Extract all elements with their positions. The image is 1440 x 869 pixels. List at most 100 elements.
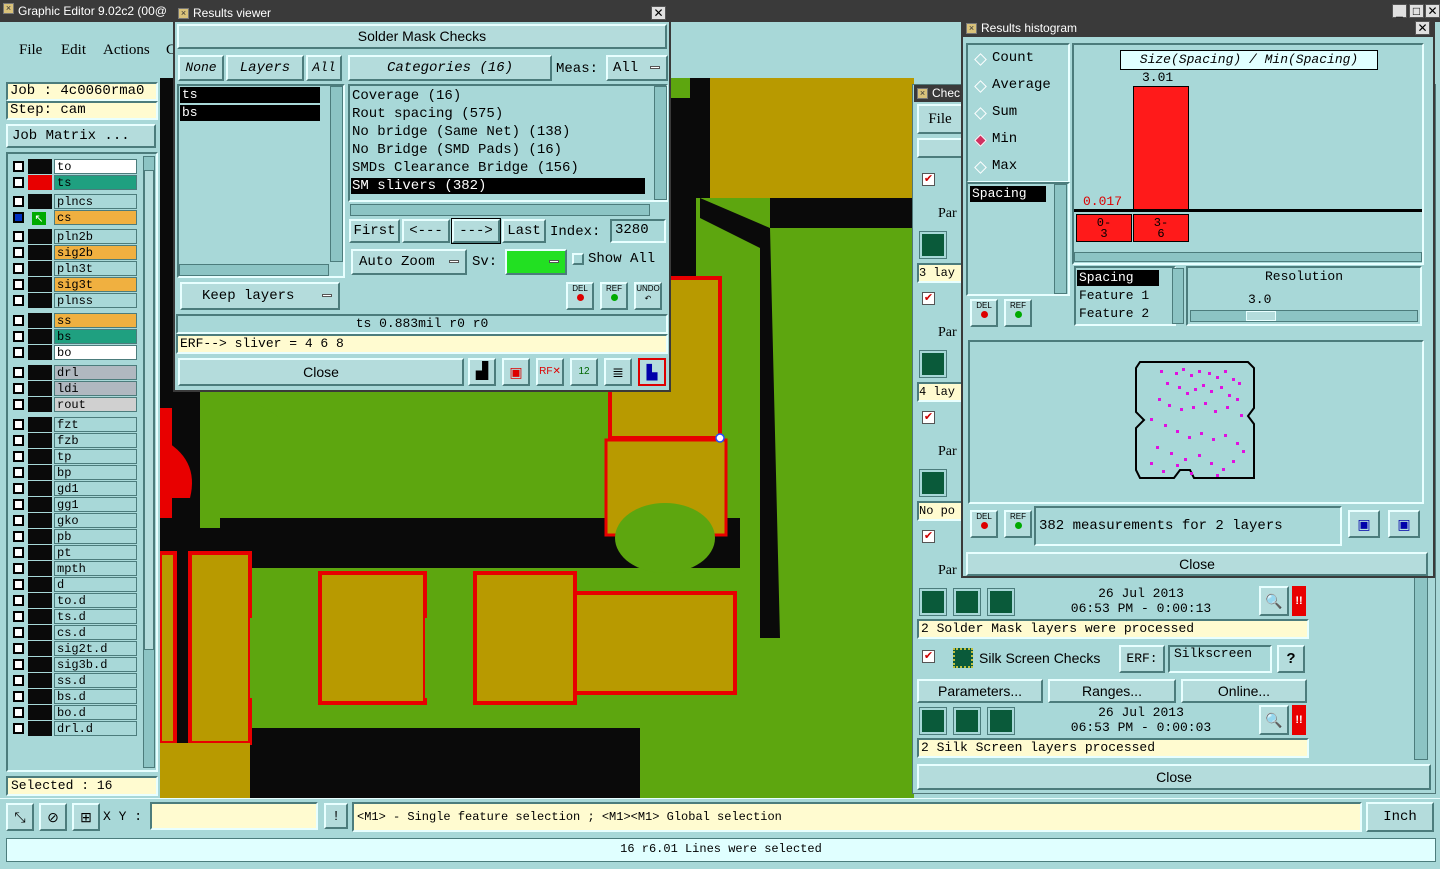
xy-input[interactable]: [150, 802, 318, 830]
layer-color-mark[interactable]: [28, 545, 52, 560]
export-icon-2[interactable]: ▣: [1388, 510, 1420, 538]
layer-checkbox[interactable]: [13, 611, 24, 622]
layer-row-drl[interactable]: drl: [10, 365, 137, 380]
layer-row-pln3t[interactable]: pln3t: [10, 261, 137, 276]
job-matrix-button[interactable]: Job Matrix ...: [6, 124, 156, 148]
layer-color-mark[interactable]: [28, 381, 52, 396]
units-dropdown[interactable]: Inch: [1366, 802, 1434, 832]
right-list-spacing[interactable]: Spacing: [1077, 270, 1159, 286]
layer-color-mark[interactable]: [28, 689, 52, 704]
layer-checkbox[interactable]: [13, 659, 24, 670]
index-input[interactable]: 3280: [610, 219, 666, 243]
layer-color-mark[interactable]: [28, 577, 52, 592]
layer-select-scrollbar[interactable]: [330, 86, 343, 262]
layer-color-mark[interactable]: [28, 175, 52, 190]
layer-checkbox[interactable]: [13, 515, 24, 526]
check-row-2-checkbox[interactable]: ✔: [922, 292, 935, 305]
layer-row-sig3b-d[interactable]: sig3b.d: [10, 657, 137, 672]
run-icon-sm-3[interactable]: [987, 588, 1015, 616]
layer-color-mark[interactable]: [28, 159, 52, 174]
layer-checkbox[interactable]: [13, 367, 24, 378]
category-hscroll[interactable]: [350, 204, 650, 216]
menu-actions[interactable]: Actions: [103, 42, 150, 59]
rv-layer-item[interactable]: bs: [180, 105, 320, 121]
next-button[interactable]: --->: [451, 218, 501, 244]
first-button[interactable]: First: [349, 219, 400, 243]
layer-row-ss[interactable]: ss: [10, 313, 137, 328]
zoom-icon-2[interactable]: 🔍: [1259, 705, 1289, 735]
report-icon[interactable]: ≣: [604, 358, 632, 386]
run-icon-1[interactable]: [919, 231, 947, 259]
menu-file[interactable]: File: [19, 42, 42, 59]
layer-color-mark[interactable]: [28, 313, 52, 328]
layer-checkbox[interactable]: [13, 383, 24, 394]
export-icon-1[interactable]: ▣: [1348, 510, 1380, 538]
display-icon[interactable]: ▟: [468, 358, 496, 386]
layer-checkbox[interactable]: [13, 547, 24, 558]
layer-row-ts-d[interactable]: ts.d: [10, 609, 137, 624]
run-icon-silk-2[interactable]: [953, 707, 981, 735]
layer-checkbox[interactable]: [13, 399, 24, 410]
layer-color-mark[interactable]: [28, 705, 52, 720]
layer-checkbox[interactable]: [13, 247, 24, 258]
layer-checkbox[interactable]: [13, 691, 24, 702]
checklist-title-bar[interactable]: × Chec: [914, 85, 964, 102]
histogram-title-bar[interactable]: × Results histogram ✕: [963, 20, 1433, 37]
layer-color-mark[interactable]: [28, 345, 52, 360]
layer-row-fzb[interactable]: fzb: [10, 433, 137, 448]
layer-checkbox[interactable]: [13, 161, 24, 172]
layer-checkbox[interactable]: [13, 263, 24, 274]
layer-row-sig3t[interactable]: sig3t: [10, 277, 137, 292]
layer-checkbox[interactable]: [13, 707, 24, 718]
layer-color-mark[interactable]: [28, 329, 52, 344]
layer-row-sig2t-d[interactable]: sig2t.d: [10, 641, 137, 656]
preview-ref-icon[interactable]: REF: [1004, 510, 1032, 538]
parameters-button[interactable]: Parameters...: [917, 679, 1043, 703]
category-item[interactable]: No Bridge (SMD Pads) (16): [351, 142, 645, 158]
ref-icon[interactable]: REF: [600, 282, 628, 310]
histogram-icon[interactable]: ▙: [638, 358, 666, 386]
layer-checkbox[interactable]: [13, 331, 24, 342]
layer-color-mark[interactable]: [28, 465, 52, 480]
resolution-slider-thumb[interactable]: [1246, 311, 1276, 321]
layer-color-mark[interactable]: [28, 657, 52, 672]
layer-color-mark[interactable]: [28, 261, 52, 276]
layer-row-bs-d[interactable]: bs.d: [10, 689, 137, 704]
layer-checkbox[interactable]: [13, 347, 24, 358]
auto-zoom-dropdown[interactable]: Auto Zoom: [351, 249, 467, 275]
layer-row-rout[interactable]: rout: [10, 397, 137, 412]
layer-row-to[interactable]: to: [10, 159, 137, 174]
close-window-button[interactable]: ✕: [1425, 4, 1440, 18]
none-button[interactable]: None: [178, 55, 224, 81]
silk-checkbox[interactable]: ✔: [922, 650, 935, 663]
layer-checkbox[interactable]: [13, 499, 24, 510]
layer-color-mark[interactable]: [28, 449, 52, 464]
layer-row-pln2b[interactable]: pln2b: [10, 229, 137, 244]
del-icon[interactable]: DEL: [566, 282, 594, 310]
resolution-slider[interactable]: [1190, 310, 1418, 322]
measure-tool-icon[interactable]: ⊘: [39, 803, 67, 831]
check-row-3-checkbox[interactable]: ✔: [922, 411, 935, 424]
layer-row-gd1[interactable]: gd1: [10, 481, 137, 496]
layer-checkbox[interactable]: [13, 295, 24, 306]
layer-row-ss-d[interactable]: ss.d: [10, 673, 137, 688]
layer-checkbox[interactable]: [13, 177, 24, 188]
ranges-button[interactable]: Ranges...: [1048, 679, 1176, 703]
last-button[interactable]: Last: [502, 219, 546, 243]
show-all-checkbox[interactable]: [572, 253, 584, 265]
category-item[interactable]: No bridge (Same Net) (138): [351, 124, 645, 140]
run-icon-sm-2[interactable]: [953, 588, 981, 616]
grid-tool-icon[interactable]: ⊞: [72, 803, 100, 831]
layer-color-mark[interactable]: [28, 561, 52, 576]
check-row-4-checkbox[interactable]: ✔: [922, 530, 935, 543]
layer-checkbox[interactable]: [13, 231, 24, 242]
prev-button[interactable]: <---: [402, 219, 450, 243]
layer-checkbox[interactable]: [13, 315, 24, 326]
layer-checkbox[interactable]: [13, 451, 24, 462]
layer-color-mark[interactable]: [28, 609, 52, 624]
highlight-icon[interactable]: ▣: [502, 358, 530, 386]
layer-color-mark[interactable]: ↖: [28, 210, 52, 225]
run-icon-3[interactable]: [919, 469, 947, 497]
layer-checkbox[interactable]: [13, 643, 24, 654]
layer-color-mark[interactable]: [28, 641, 52, 656]
